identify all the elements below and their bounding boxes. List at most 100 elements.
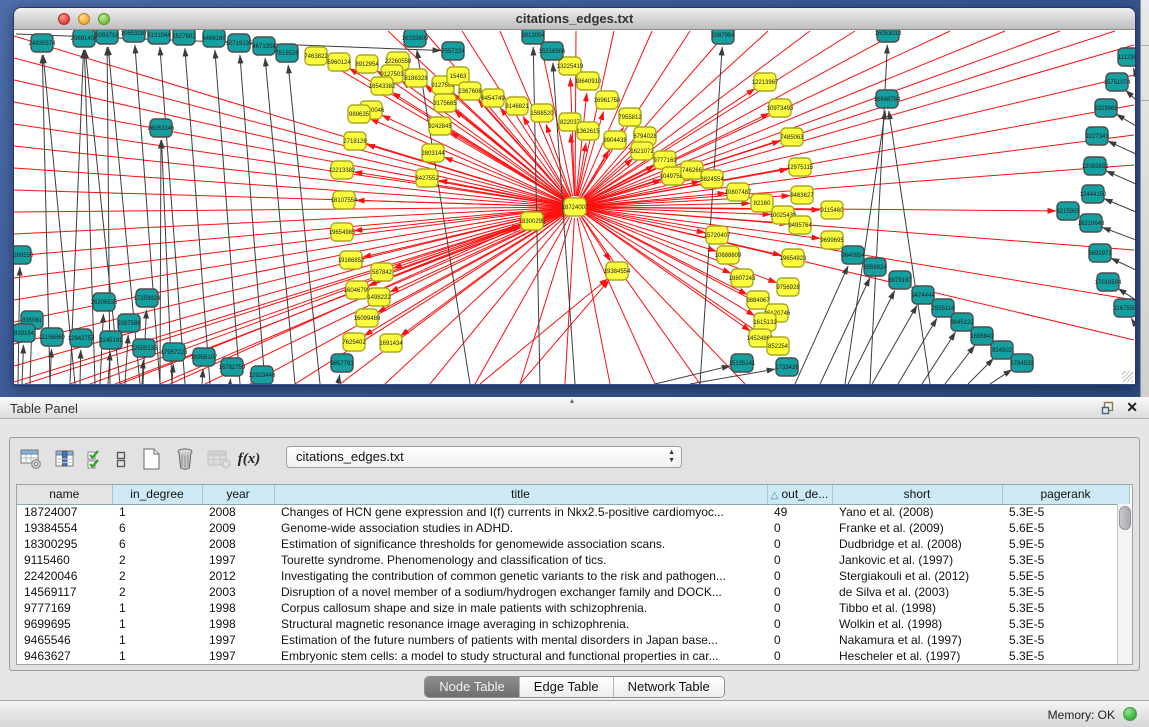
- graph-node[interactable]: 15218506: [539, 42, 566, 60]
- graph-node[interactable]: 9699695: [820, 231, 844, 249]
- graph-node[interactable]: 26053346: [148, 119, 175, 137]
- graph-node[interactable]: 2093718: [95, 30, 119, 44]
- graph-node[interactable]: 9227343: [1085, 127, 1109, 145]
- graph-node[interactable]: 10653287: [121, 30, 148, 42]
- graph-node[interactable]: 5960124: [327, 53, 351, 71]
- tab-node-table[interactable]: Node Table: [425, 677, 520, 697]
- graph-node[interactable]: 16210643: [1078, 214, 1105, 232]
- column-header-name[interactable]: name: [17, 485, 112, 504]
- network-canvas[interactable]: 1872400774638225960124891295422260558912…: [14, 30, 1135, 384]
- tab-edge-table[interactable]: Edge Table: [520, 677, 614, 697]
- graph-node[interactable]: 989635: [348, 105, 370, 123]
- graph-node[interactable]: 3824554: [700, 170, 724, 188]
- graph-node[interactable]: 1588520: [530, 104, 554, 122]
- graph-node[interactable]: 18107554: [331, 191, 358, 209]
- graph-node[interactable]: 18724007: [562, 198, 589, 216]
- graph-node[interactable]: 9329966: [1094, 99, 1118, 117]
- graph-node[interactable]: 12213967: [752, 73, 779, 91]
- graph-node[interactable]: 2803144: [421, 144, 445, 162]
- graph-node[interactable]: 16053013: [875, 30, 902, 42]
- float-panel-icon[interactable]: [1101, 401, 1115, 415]
- graph-node[interactable]: 8454749: [481, 89, 505, 107]
- graph-node[interactable]: 25260550: [14, 246, 34, 264]
- graph-node[interactable]: 15720407: [704, 226, 731, 244]
- graph-node[interactable]: 1167550: [1114, 299, 1135, 317]
- table-row[interactable]: 977716911998Corpus callosum shape and si…: [17, 600, 1129, 616]
- graph-node[interactable]: 8813054: [521, 30, 545, 44]
- graph-node[interactable]: 8131044: [147, 30, 171, 44]
- graph-node[interactable]: 8215955: [1056, 202, 1080, 220]
- graph-node[interactable]: 7557224: [441, 42, 465, 60]
- column-header-title[interactable]: title: [274, 485, 767, 504]
- table-row[interactable]: 1872400712008Changes of HCN gene express…: [17, 504, 1129, 520]
- graph-node[interactable]: 5692971: [1088, 244, 1112, 262]
- graph-node[interactable]: 9495764: [788, 216, 812, 234]
- show-columns-button[interactable]: [50, 445, 80, 473]
- column-header-short[interactable]: short: [832, 485, 1002, 504]
- graph-node[interactable]: 9640954: [841, 246, 865, 264]
- graph-node[interactable]: 16958107: [191, 348, 218, 366]
- graph-node[interactable]: 6466160: [202, 30, 226, 47]
- graph-node[interactable]: 15751074: [1104, 73, 1131, 91]
- table-row[interactable]: 946362711997Embryonic stem cells: a mode…: [17, 648, 1129, 664]
- graph-node[interactable]: 9474444: [911, 286, 935, 304]
- graph-node[interactable]: 15135141: [729, 354, 756, 372]
- graph-node[interactable]: 7515526: [275, 44, 299, 62]
- graph-node[interactable]: 8427552: [415, 169, 439, 187]
- graph-node[interactable]: 10719135: [226, 34, 253, 52]
- graph-node[interactable]: 12444150: [1080, 185, 1107, 203]
- graph-node[interactable]: 82160: [751, 194, 773, 212]
- graph-node[interactable]: 17957223: [161, 343, 188, 361]
- graph-node[interactable]: 1695841: [970, 327, 994, 345]
- table-row[interactable]: 1830029562008Estimation of significance …: [17, 536, 1129, 552]
- graph-node[interactable]: 9242845: [428, 117, 452, 135]
- column-header-pagerank[interactable]: pagerank: [1002, 485, 1129, 504]
- graph-node[interactable]: 10688609: [715, 246, 742, 264]
- graph-node[interactable]: 9845122: [950, 313, 974, 331]
- splitter-handle-icon[interactable]: ▴: [570, 396, 574, 405]
- graph-node[interactable]: 10973493: [767, 99, 794, 117]
- graph-node[interactable]: 18807243: [729, 269, 756, 287]
- graph-node[interactable]: 8912954: [355, 55, 379, 73]
- graph-node[interactable]: 2087954: [711, 30, 735, 44]
- graph-node[interactable]: 19384554: [604, 262, 631, 280]
- graph-node[interactable]: 1784533: [1010, 354, 1034, 372]
- citation-network-graph[interactable]: 1872400774638225960124891295422260558912…: [14, 30, 1135, 384]
- graph-node[interactable]: 16099489: [354, 309, 381, 327]
- table-mode-button[interactable]: [16, 445, 46, 473]
- graph-node[interactable]: 8958924: [863, 258, 887, 276]
- close-panel-icon[interactable]: ✕: [1126, 399, 1138, 416]
- graph-node[interactable]: 1498222: [367, 288, 391, 306]
- graph-node[interactable]: 11156869: [39, 328, 65, 346]
- graph-node[interactable]: 12975115: [787, 158, 814, 176]
- graph-node[interactable]: 12213382: [329, 161, 356, 179]
- graph-node[interactable]: 18300295: [519, 212, 546, 230]
- graph-node[interactable]: 24935574: [29, 34, 56, 52]
- table-row[interactable]: 2242004622012Investigating the contribut…: [17, 568, 1129, 584]
- scrollbar-thumb[interactable]: [1119, 506, 1131, 530]
- graph-node[interactable]: 17016504: [1095, 273, 1122, 291]
- graph-node[interactable]: 7625402: [342, 333, 366, 351]
- graph-node[interactable]: 9146821: [505, 97, 529, 115]
- graph-node[interactable]: 12942757: [68, 329, 95, 347]
- graph-node[interactable]: 3175685: [433, 94, 457, 112]
- graph-node[interactable]: 18543382: [369, 77, 396, 95]
- graph-node[interactable]: 9857791: [330, 354, 354, 372]
- graph-node[interactable]: 9756928: [776, 278, 800, 296]
- graph-node[interactable]: 939154: [14, 324, 35, 342]
- graph-node[interactable]: 9904438: [603, 131, 627, 149]
- graph-node[interactable]: 1691434: [379, 334, 403, 352]
- graph-node[interactable]: 7485063: [780, 128, 804, 146]
- graph-node[interactable]: 19654923: [780, 249, 807, 267]
- graph-node[interactable]: 8186328: [404, 69, 428, 87]
- graph-node[interactable]: 16961758: [594, 91, 621, 109]
- function-builder-button[interactable]: f(x): [238, 445, 260, 473]
- graph-node[interactable]: 9115460: [821, 201, 845, 219]
- row-height-button[interactable]: [110, 445, 132, 473]
- graph-node[interactable]: 1112304: [1118, 48, 1135, 66]
- graph-node[interactable]: 19166852: [338, 251, 365, 269]
- table-row[interactable]: 969969511998Structural magnetic resonanc…: [17, 616, 1129, 632]
- graph-node[interactable]: 18640910: [575, 72, 602, 90]
- graph-node[interactable]: 16782759: [219, 358, 246, 376]
- graph-node[interactable]: 20691406: [71, 30, 98, 47]
